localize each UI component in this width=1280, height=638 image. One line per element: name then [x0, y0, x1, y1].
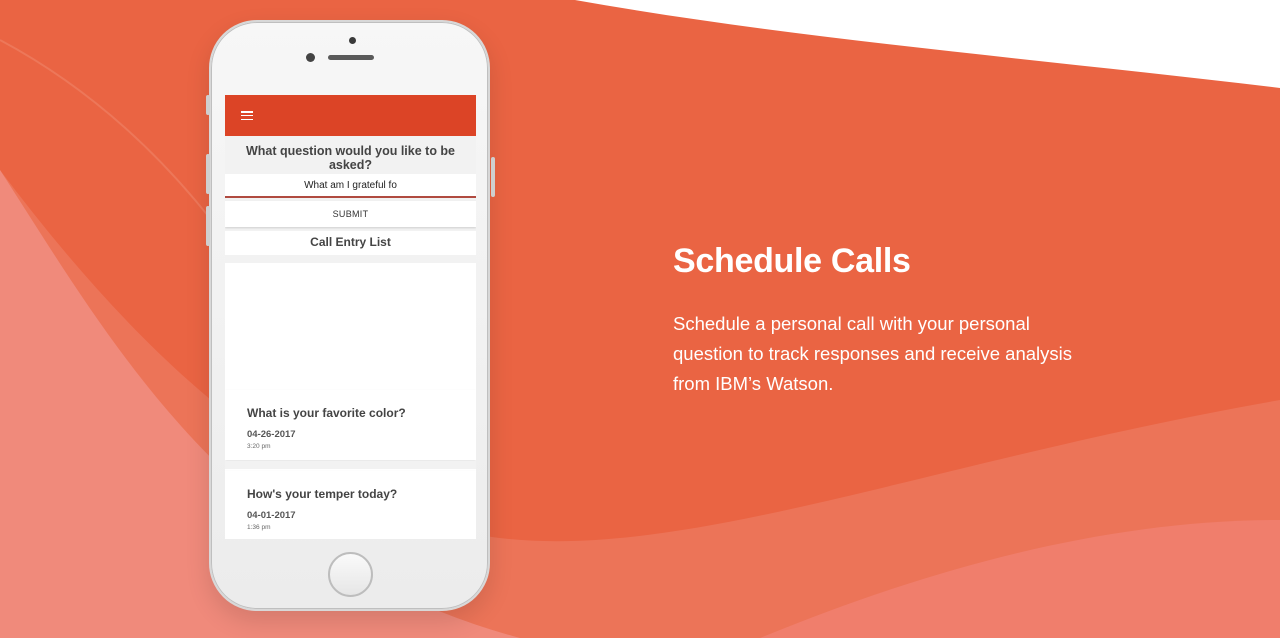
phone-screen: What question would you like to be asked… — [225, 95, 476, 539]
list-divider — [225, 255, 476, 263]
entry-time: 3:20 pm — [247, 443, 271, 450]
entry-question: How's your temper today? — [247, 487, 398, 501]
feature-description: Schedule a personal call with your perso… — [673, 313, 1072, 394]
call-entry-item[interactable]: How's your temper today? 04-01-2017 1:36… — [225, 471, 476, 539]
proximity-sensor — [306, 53, 315, 62]
home-button — [328, 552, 373, 597]
earpiece-speaker — [328, 55, 374, 60]
entry-time: 1:36 pm — [247, 524, 271, 531]
question-input[interactable] — [225, 174, 476, 198]
submit-button[interactable]: SUBMIT — [225, 201, 476, 227]
question-prompt: What question would you like to be asked… — [245, 144, 456, 172]
entry-date: 04-26-2017 — [247, 429, 296, 440]
list-divider — [225, 461, 476, 469]
entry-date: 04-01-2017 — [247, 510, 296, 521]
phone-mockup: What question would you like to be asked… — [206, 20, 495, 611]
power-button — [491, 157, 495, 197]
call-entry-list-title: Call Entry List — [310, 235, 391, 249]
hamburger-menu-icon[interactable] — [241, 111, 253, 120]
app-bar — [225, 95, 476, 136]
feature-title: Schedule Calls — [673, 242, 911, 280]
entry-question: What is your favorite color? — [247, 406, 406, 420]
mute-switch — [206, 95, 210, 115]
volume-up-button — [206, 154, 210, 194]
front-camera — [349, 37, 356, 44]
call-entry-item[interactable]: What is your favorite color? 04-26-2017 … — [225, 390, 476, 460]
volume-down-button — [206, 206, 210, 246]
